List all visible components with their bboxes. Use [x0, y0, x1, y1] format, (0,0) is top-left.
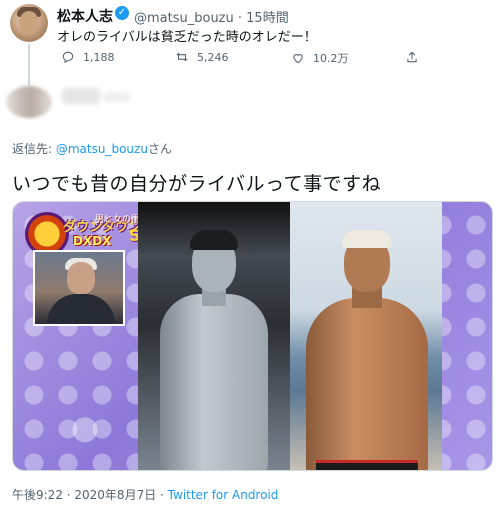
reply-author-name-blurred	[62, 88, 100, 104]
retweet-icon	[176, 52, 188, 62]
past-photo-hair	[190, 230, 238, 250]
heart-icon	[293, 54, 303, 64]
retweet-button[interactable]: 5,246	[175, 50, 229, 64]
author-avatar[interactable]	[10, 4, 48, 42]
tweet-actions: 1,188 5,246 10.2万	[57, 50, 437, 68]
present-photo-torso	[306, 298, 428, 470]
like-count: 10.2万	[313, 52, 349, 65]
avatar-face	[19, 11, 39, 35]
inset-suit	[47, 294, 115, 324]
reply-count: 1,188	[83, 50, 115, 64]
tweet-source[interactable]: Twitter for Android	[168, 488, 279, 502]
author-handle[interactable]: @matsu_bouzu	[134, 11, 234, 26]
present-photo-hair	[342, 230, 392, 248]
reply-button[interactable]: 1,188	[61, 50, 115, 64]
thread-connector	[28, 44, 30, 86]
tweet-time[interactable]: 15時間	[246, 11, 289, 26]
share-icon	[407, 51, 417, 63]
reply-to-handle[interactable]: @matsu_bouzu	[56, 142, 148, 156]
retweet-count: 5,246	[197, 50, 229, 64]
author-handle-time[interactable]: @matsu_bouzu · 15時間	[134, 7, 289, 26]
present-photo-shorts	[316, 460, 418, 470]
reply-author-avatar[interactable]	[6, 86, 52, 118]
share-button[interactable]	[405, 50, 419, 64]
tweet-media-image[interactable]: ダウンタウン DXDX SP 男と女の衝撃告白	[12, 201, 493, 471]
past-photo-torso	[160, 294, 268, 470]
reply-to-line: 返信先: @matsu_bouzuさん	[12, 140, 172, 157]
reply-to-prefix: 返信先:	[12, 142, 56, 156]
tweet-timestamp[interactable]: 午後9:22 · 2020年8月7日 ·	[12, 488, 168, 502]
reply-author-handle-blurred	[104, 92, 130, 102]
reply-to-suffix: さん	[147, 142, 172, 156]
reply-tweet-text: いつでも昔の自分がライバルって事ですね	[12, 173, 382, 195]
reply-icon	[62, 51, 74, 64]
host-inset-photo	[33, 250, 125, 326]
parent-tweet-text: オレのライバルは貧乏だった時のオレだー！	[57, 30, 317, 45]
author-name[interactable]: 松本人志	[57, 6, 113, 26]
like-button[interactable]: 10.2万	[291, 50, 349, 66]
verified-badge-icon: ✓	[115, 6, 129, 20]
inset-head	[67, 262, 95, 294]
logo-subtitle: DXDX	[73, 234, 112, 248]
present-photo	[290, 202, 442, 470]
past-photo	[138, 202, 290, 470]
tweet-meta: 午後9:22 · 2020年8月7日 · Twitter for Android	[12, 486, 278, 503]
